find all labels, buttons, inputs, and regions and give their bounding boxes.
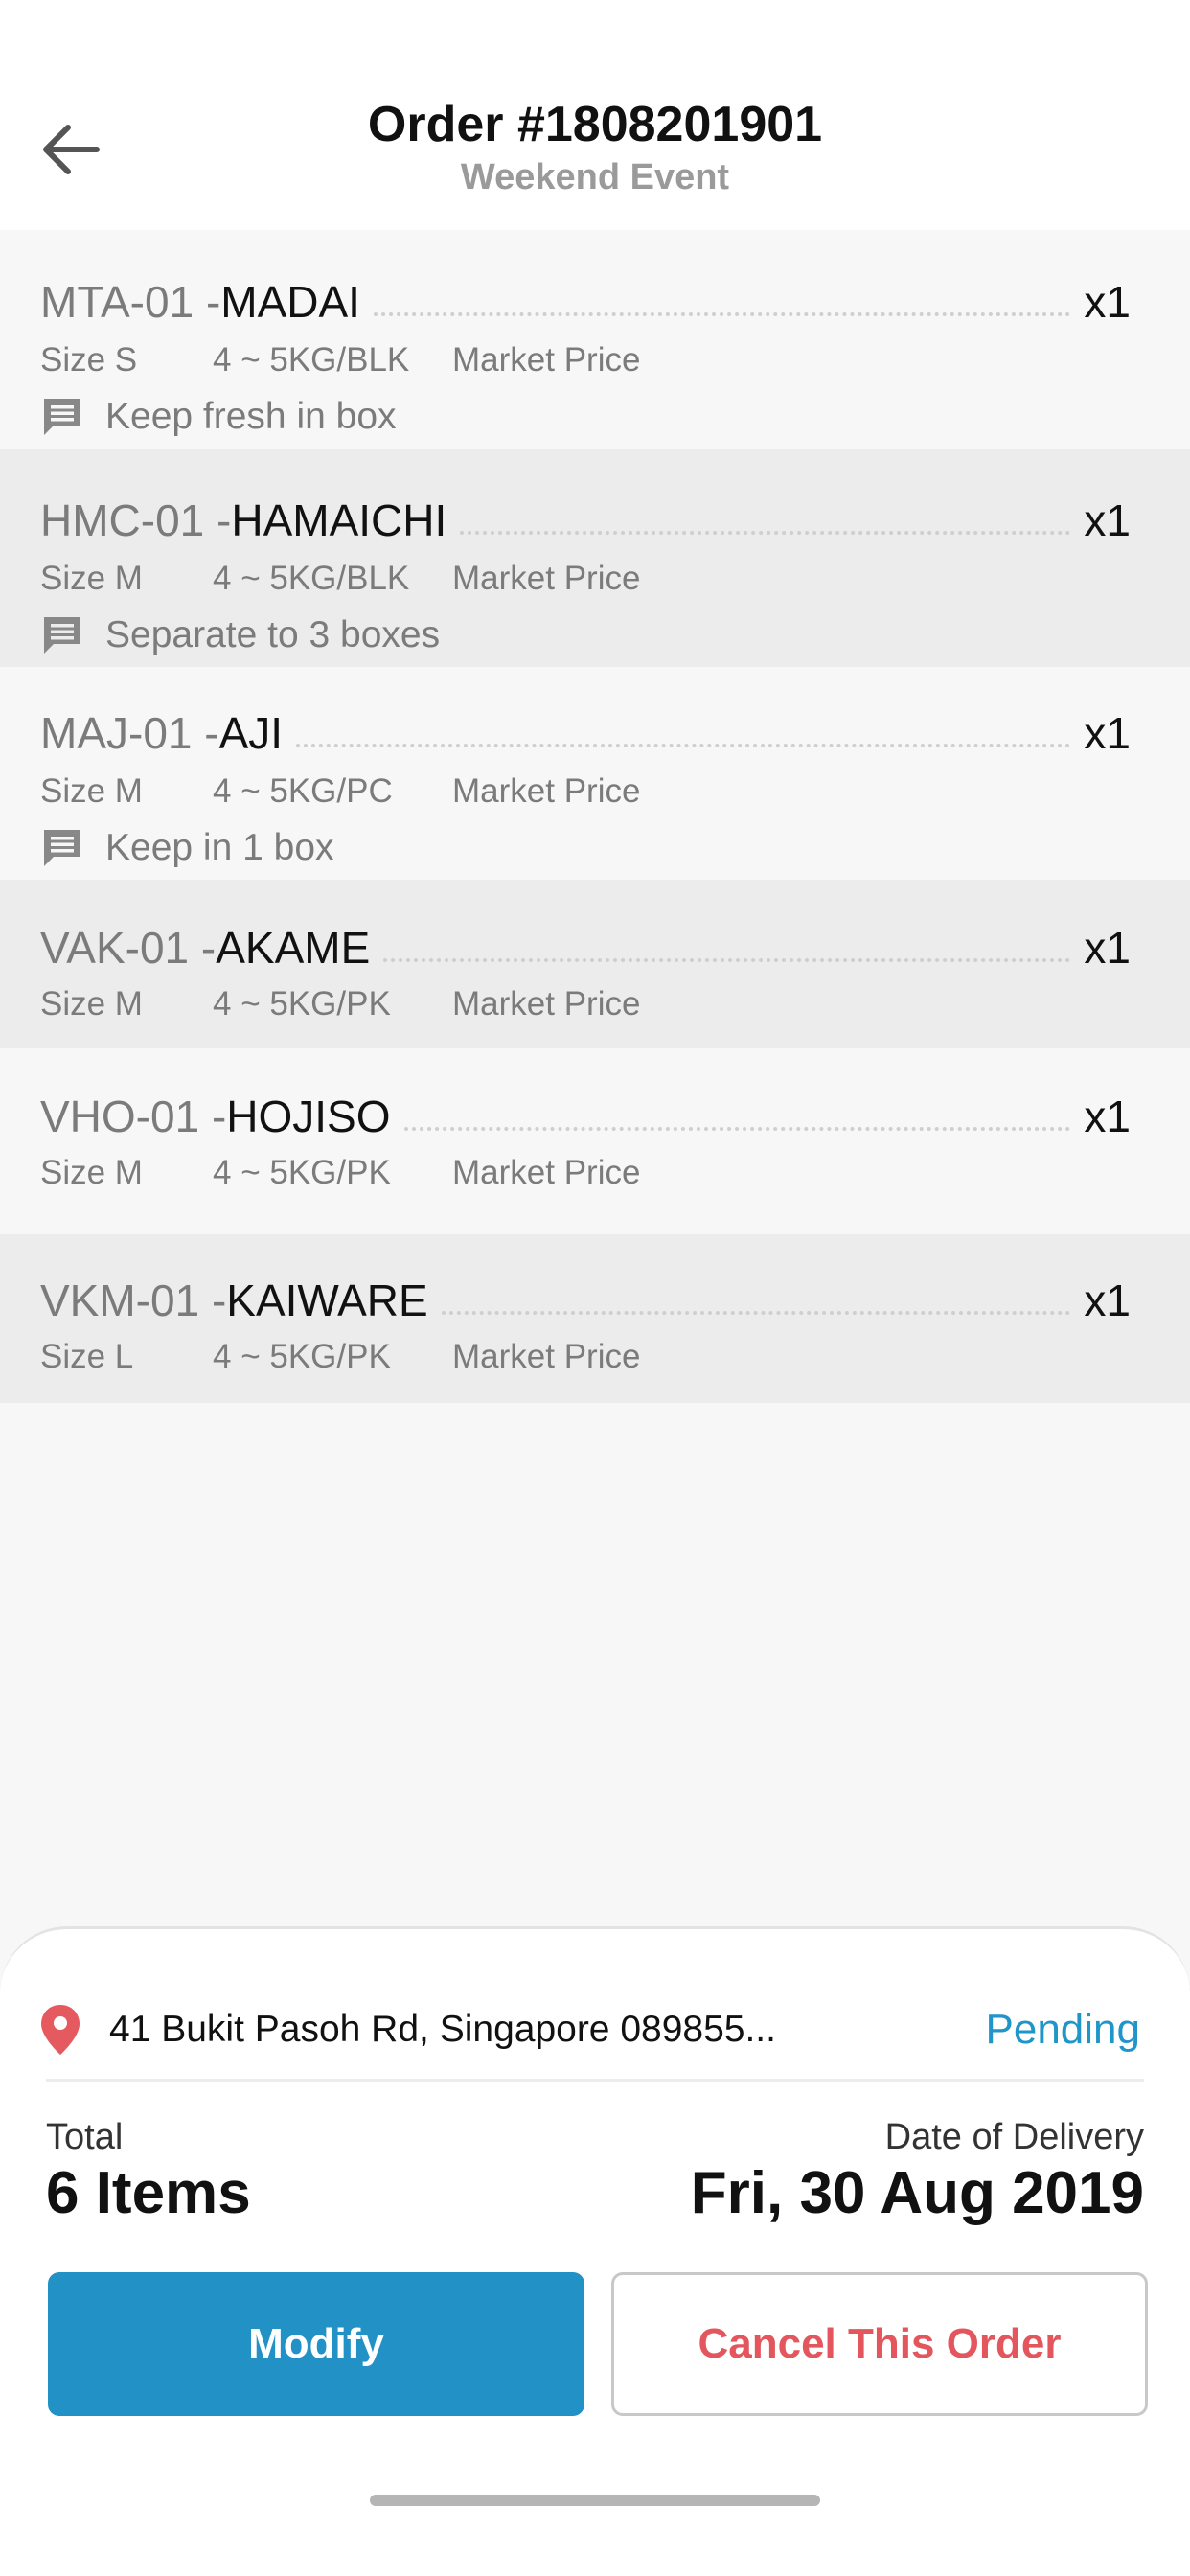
item-note-text: Separate to 3 boxes — [105, 614, 441, 656]
item-code: MAJ-01 - — [40, 708, 219, 758]
item-price: Market Price — [452, 341, 641, 379]
item-name: AJI — [218, 708, 284, 758]
item-weight: 4 ~ 5KG/PC — [213, 772, 393, 810]
item-name: MADAI — [220, 277, 360, 327]
item-size: Size L — [40, 1338, 134, 1375]
item-name: HOJISO — [226, 1092, 391, 1141]
delivery-date-value: Fri, 30 Aug 2019 — [690, 2160, 1144, 2226]
order-item[interactable]: VAK-01 - AKAME x1 Size M 4 ~ 5KG/PK Mark… — [0, 880, 1190, 1048]
comment-icon — [44, 830, 80, 866]
header: Order #1808201901 Weekend Event — [0, 0, 1190, 230]
comment-icon — [44, 399, 80, 435]
item-name: HAMAICHI — [231, 495, 447, 545]
item-quantity: x1 — [1084, 708, 1131, 758]
item-code: MTA-01 - — [40, 277, 221, 327]
cancel-order-button[interactable]: Cancel This Order — [611, 2272, 1148, 2416]
item-note-text: Keep in 1 box — [105, 827, 334, 868]
item-weight: 4 ~ 5KG/BLK — [213, 560, 410, 597]
item-size: Size M — [40, 560, 143, 597]
item-size: Size M — [40, 772, 143, 810]
dotted-leader — [296, 744, 1071, 748]
comment-icon — [44, 617, 80, 654]
item-weight: 4 ~ 5KG/BLK — [213, 341, 410, 379]
item-code: VHO-01 - — [40, 1092, 227, 1141]
status-badge: Pending — [985, 2006, 1140, 2053]
order-item[interactable]: VKM-01 - KAIWARE x1 Size L 4 ~ 5KG/PK Ma… — [0, 1234, 1190, 1403]
item-name: KAIWARE — [226, 1276, 428, 1325]
divider — [46, 2079, 1144, 2082]
home-indicator[interactable] — [370, 2495, 820, 2506]
item-weight: 4 ~ 5KG/PK — [213, 985, 391, 1023]
item-quantity: x1 — [1084, 277, 1131, 327]
item-price: Market Price — [452, 1154, 641, 1191]
delivery-address: 41 Bukit Pasoh Rd, Singapore 089855... — [109, 2009, 776, 2050]
order-item[interactable]: MAJ-01 - AJI x1 Size M 4 ~ 5KG/PC Market… — [0, 667, 1190, 880]
item-quantity: x1 — [1084, 1092, 1131, 1141]
dotted-leader — [373, 312, 1071, 316]
item-code: VKM-01 - — [40, 1276, 227, 1325]
modify-button[interactable]: Modify — [48, 2272, 584, 2416]
order-item[interactable]: VHO-01 - HOJISO x1 Size M 4 ~ 5KG/PK Mar… — [0, 1048, 1190, 1234]
item-size: Size M — [40, 985, 143, 1023]
item-quantity: x1 — [1084, 495, 1131, 545]
order-item[interactable]: HMC-01 - HAMAICHI x1 Size M 4 ~ 5KG/BLK … — [0, 448, 1190, 667]
item-quantity: x1 — [1084, 923, 1131, 973]
item-quantity: x1 — [1084, 1276, 1131, 1325]
item-code: VAK-01 - — [40, 923, 217, 973]
item-weight: 4 ~ 5KG/PK — [213, 1338, 391, 1375]
item-weight: 4 ~ 5KG/PK — [213, 1154, 391, 1191]
item-size: Size S — [40, 341, 138, 379]
item-size: Size M — [40, 1154, 143, 1191]
item-price: Market Price — [452, 985, 641, 1023]
dotted-leader — [383, 958, 1071, 962]
delivery-address-row: 41 Bukit Pasoh Rd, Singapore 089855... P… — [38, 1996, 1140, 2063]
item-price: Market Price — [452, 772, 641, 810]
total-items-value: 6 Items — [46, 2160, 251, 2226]
item-note: Keep fresh in box — [40, 393, 397, 441]
page-subtitle: Weekend Event — [460, 157, 730, 197]
total-label: Total — [46, 2117, 124, 2157]
dotted-leader — [403, 1127, 1071, 1131]
location-pin-icon — [41, 2005, 80, 2055]
order-item[interactable]: MTA-01 - MADAI x1 Size S 4 ~ 5KG/BLK Mar… — [0, 230, 1190, 448]
item-price: Market Price — [452, 560, 641, 597]
order-summary-panel: 41 Bukit Pasoh Rd, Singapore 089855... P… — [0, 1926, 1190, 2576]
dotted-leader — [460, 531, 1071, 535]
item-note: Separate to 3 boxes — [40, 611, 440, 659]
page-title: Order #1808201901 — [367, 97, 823, 152]
dotted-leader — [441, 1311, 1071, 1315]
order-item-list: MTA-01 - MADAI x1 Size S 4 ~ 5KG/BLK Mar… — [0, 230, 1190, 1403]
item-note-text: Keep fresh in box — [105, 396, 397, 437]
item-code: HMC-01 - — [40, 495, 232, 545]
delivery-date-label: Date of Delivery — [884, 2117, 1144, 2157]
item-name: AKAME — [216, 923, 371, 973]
item-price: Market Price — [452, 1338, 641, 1375]
item-note: Keep in 1 box — [40, 824, 334, 872]
